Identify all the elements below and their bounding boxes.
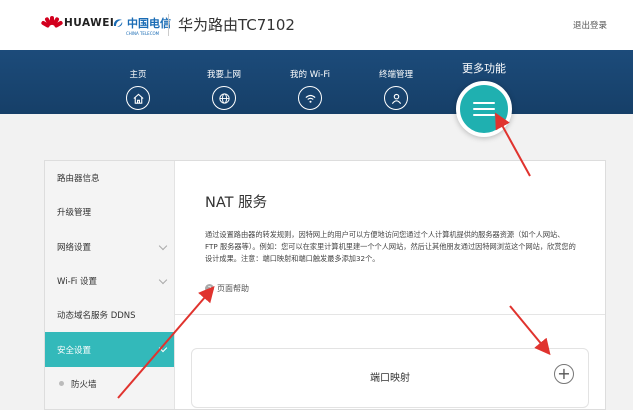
sidebar-item-label: Wi-Fi 设置 xyxy=(57,277,97,288)
telecom-name: 中国电信 xyxy=(127,17,171,30)
nav-item-wifi[interactable]: 我的 Wi-Fi xyxy=(280,68,340,110)
nav-item-home[interactable]: 主页 xyxy=(108,68,168,110)
huawei-logo: HUAWEI xyxy=(40,16,115,30)
home-icon xyxy=(126,86,150,110)
chevron-down-icon xyxy=(158,344,168,353)
sidebar-item-ddns[interactable]: 动态域名服务 DDNS xyxy=(45,298,174,332)
nav-item-label: 我的 Wi-Fi xyxy=(290,70,330,80)
sidebar-item-label: 防火墙 xyxy=(71,379,97,390)
user-icon xyxy=(384,86,408,110)
sidebar-item-security[interactable]: 安全设置 xyxy=(45,332,174,367)
main-content: NAT 服务 通过设置路由器的转发规则，因特网上的用户可以方便地访问您通过个人计… xyxy=(175,161,605,409)
sidebar-item-network[interactable]: 网络设置 xyxy=(45,230,174,264)
more-functions-button[interactable] xyxy=(456,81,512,137)
menu-icon xyxy=(473,101,495,117)
product-title: 华为路由TC7102 xyxy=(178,16,295,34)
chevron-down-icon xyxy=(158,275,168,285)
page-help-link[interactable]: ? 页面帮助 xyxy=(205,283,249,294)
huawei-brand-text: HUAWEI xyxy=(64,17,115,29)
nav-item-internet[interactable]: 我要上网 xyxy=(194,68,254,110)
china-telecom-logo: 中国电信 CHINA TELECOM xyxy=(112,15,171,36)
nav-item-label: 主页 xyxy=(129,70,147,80)
sidebar-item-router-info[interactable]: 路由器信息 xyxy=(45,161,174,195)
sidebar-item-label: 网络设置 xyxy=(57,242,92,253)
add-port-mapping-button[interactable]: + xyxy=(554,364,574,384)
sidebar-item-label: 动态域名服务 DDNS xyxy=(57,311,136,322)
nav-more-label: 更多功能 xyxy=(462,62,506,75)
settings-panel: 路由器信息 升级管理 网络设置 Wi-Fi 设置 动态域名服务 DDNS 安全设… xyxy=(44,160,606,410)
sidebar-item-label: 路由器信息 xyxy=(57,174,100,185)
port-mapping-section: 端口映射 + xyxy=(191,348,589,408)
sidebar-item-upgrade[interactable]: 升级管理 xyxy=(45,195,174,229)
logout-link[interactable]: 退出登录 xyxy=(573,19,607,31)
telecom-sub-text: CHINA TELECOM xyxy=(126,31,160,36)
sidebar-item-label: 安全设置 xyxy=(57,345,92,356)
page-title: NAT 服务 xyxy=(205,195,268,211)
telecom-swirl-icon xyxy=(113,19,123,27)
sidebar-item-label: 升级管理 xyxy=(57,208,92,219)
sidebar-item-wifi[interactable]: Wi-Fi 设置 xyxy=(45,264,174,298)
divider xyxy=(175,314,605,315)
sidebar-item-firewall[interactable]: 防火墙 xyxy=(45,367,174,401)
help-icon: ? xyxy=(205,284,214,293)
nav-item-label: 我要上网 xyxy=(206,70,241,80)
nav-item-label: 终端管理 xyxy=(378,70,413,80)
page-description: 通过设置路由器的转发规则，因特网上的用户可以方便地访问您通过个人计算机提供的服务… xyxy=(205,230,576,263)
header-divider xyxy=(168,14,169,36)
main-nav: 主页 我要上网 我的 Wi-Fi 终端管理 更多功能 xyxy=(0,50,633,114)
chevron-down-icon xyxy=(158,241,168,250)
bullet-dot-icon xyxy=(59,381,64,387)
globe-icon xyxy=(212,86,236,110)
nav-item-devices[interactable]: 终端管理 xyxy=(366,68,426,110)
port-mapping-title: 端口映射 xyxy=(370,373,410,384)
huawei-petal-icon xyxy=(40,16,64,30)
wifi-icon xyxy=(298,86,322,110)
sidebar: 路由器信息 升级管理 网络设置 Wi-Fi 设置 动态域名服务 DDNS 安全设… xyxy=(45,161,175,409)
top-bar: HUAWEI 中国电信 CHINA TELECOM 华为路由TC7102 退出登… xyxy=(0,0,633,50)
page-help-label: 页面帮助 xyxy=(217,284,249,293)
plus-icon: + xyxy=(557,364,571,383)
